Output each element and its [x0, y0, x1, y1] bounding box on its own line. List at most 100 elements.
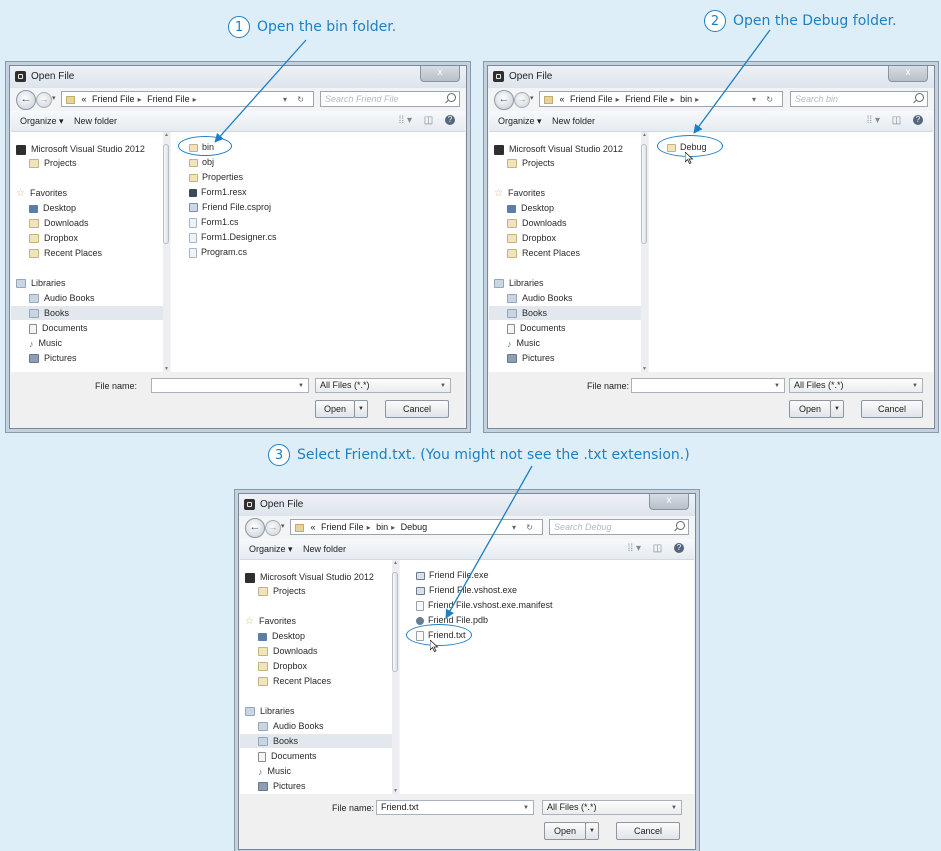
nav-item-documents[interactable]: Documents	[29, 323, 88, 334]
breadcrumb-overflow[interactable]: «	[560, 94, 565, 104]
nav-item-projects[interactable]: Projects	[507, 158, 555, 169]
nav-item-documents[interactable]: Documents	[507, 323, 566, 334]
scroll-up-icon[interactable]: ▲	[393, 560, 398, 566]
open-options-dropdown[interactable]: ▼	[354, 400, 368, 418]
file-name-input[interactable]: ▼	[151, 378, 309, 393]
file-name-input[interactable]: ▼	[631, 378, 785, 393]
nav-item-pictures[interactable]: Pictures	[258, 781, 306, 792]
organize-menu[interactable]: Organize ▾	[20, 116, 64, 127]
nav-item-libraries[interactable]: Libraries	[245, 706, 295, 717]
cancel-button[interactable]: Cancel	[385, 400, 449, 418]
address-bar[interactable]: « Friend File ▸ Friend File ▸ bin ▸ ▾ ↻	[539, 91, 783, 107]
file-item-program-cs[interactable]: Program.cs	[189, 247, 247, 258]
address-bar[interactable]: « Friend File ▸ Friend File ▸ ▾ ↻	[61, 91, 314, 107]
file-type-select[interactable]: All Files (*.*) ▼	[315, 378, 451, 393]
breadcrumb-chevron-icon[interactable]: ▸	[695, 95, 699, 104]
refresh-icon[interactable]: ▾ ↻	[512, 521, 537, 534]
recent-locations-dropdown-icon[interactable]: ▾	[281, 522, 285, 530]
help-icon[interactable]: ?	[674, 543, 684, 554]
chevron-down-icon[interactable]: ▼	[298, 380, 304, 393]
new-folder-button[interactable]: New folder	[74, 116, 117, 126]
search-icon[interactable]	[447, 93, 456, 102]
preview-pane-icon[interactable]: ◫	[892, 115, 901, 126]
preview-pane-icon[interactable]: ◫	[653, 543, 662, 554]
close-button[interactable]: x	[649, 494, 689, 510]
nav-item-visual-studio[interactable]: Microsoft Visual Studio 2012	[494, 144, 623, 155]
nav-item-pictures[interactable]: Pictures	[507, 353, 555, 364]
nav-item-documents[interactable]: Documents	[258, 751, 317, 762]
view-options-icon[interactable]: ⁞⁞ ▾	[628, 543, 641, 554]
breadcrumb-item[interactable]: Friend File	[321, 522, 364, 532]
breadcrumb-item[interactable]: Debug	[401, 522, 428, 532]
nav-item-favorites[interactable]: ☆ Favorites	[245, 616, 296, 627]
nav-item-books[interactable]: Books	[11, 306, 163, 321]
nav-item-visual-studio[interactable]: Microsoft Visual Studio 2012	[16, 144, 145, 155]
breadcrumb-item[interactable]: Friend File	[625, 94, 668, 104]
breadcrumb-item[interactable]: bin	[680, 94, 692, 104]
nav-item-desktop[interactable]: Desktop	[507, 203, 554, 213]
nav-item-pictures[interactable]: Pictures	[29, 353, 77, 364]
file-item-vshost-exe[interactable]: Friend File.vshost.exe	[416, 585, 517, 595]
open-button[interactable]: Open	[315, 400, 355, 418]
chevron-down-icon[interactable]: ▼	[523, 802, 529, 815]
nav-item-recent-places[interactable]: Recent Places	[258, 676, 331, 687]
file-item-obj[interactable]: obj	[189, 157, 214, 167]
breadcrumb-item[interactable]: Friend File	[92, 94, 135, 104]
file-item-form1-designer[interactable]: Form1.Designer.cs	[189, 232, 277, 243]
breadcrumb-chevron-icon[interactable]: ▸	[391, 523, 395, 532]
search-icon[interactable]	[915, 93, 924, 102]
chevron-down-icon[interactable]: ▼	[671, 802, 677, 815]
file-item-pdb[interactable]: Friend File.pdb	[416, 615, 488, 625]
close-button[interactable]: x	[888, 66, 928, 82]
nav-item-projects[interactable]: Projects	[258, 586, 306, 597]
help-icon[interactable]: ?	[913, 115, 923, 126]
scroll-thumb[interactable]	[392, 572, 398, 672]
cancel-button[interactable]: Cancel	[616, 822, 680, 840]
nav-item-desktop[interactable]: Desktop	[258, 631, 305, 641]
new-folder-button[interactable]: New folder	[303, 544, 346, 554]
file-item-csproj[interactable]: Friend File.csproj	[189, 202, 271, 213]
breadcrumb-chevron-icon[interactable]: ▸	[616, 95, 620, 104]
nav-item-music[interactable]: ♪ Music	[258, 766, 291, 777]
nav-scrollbar[interactable]: ▲ ▼	[641, 132, 648, 372]
file-type-select[interactable]: All Files (*.*) ▼	[542, 800, 682, 815]
nav-item-dropbox[interactable]: Dropbox	[29, 233, 78, 244]
cancel-button[interactable]: Cancel	[861, 400, 923, 418]
breadcrumb-chevron-icon[interactable]: ▸	[138, 95, 142, 104]
nav-item-dropbox[interactable]: Dropbox	[507, 233, 556, 244]
nav-item-visual-studio[interactable]: Microsoft Visual Studio 2012	[245, 572, 374, 583]
nav-item-favorites[interactable]: ☆ Favorites	[494, 188, 545, 199]
open-options-dropdown[interactable]: ▼	[585, 822, 599, 840]
breadcrumb-item[interactable]: Friend File	[570, 94, 613, 104]
breadcrumb-chevron-icon[interactable]: ▸	[671, 95, 675, 104]
refresh-icon[interactable]: ▾ ↻	[283, 93, 308, 106]
nav-item-downloads[interactable]: Downloads	[507, 218, 567, 229]
breadcrumb-overflow[interactable]: «	[82, 94, 87, 104]
nav-item-downloads[interactable]: Downloads	[29, 218, 89, 229]
address-bar[interactable]: « Friend File ▸ bin ▸ Debug ▾ ↻	[290, 519, 543, 535]
recent-locations-dropdown-icon[interactable]: ▾	[530, 94, 534, 102]
open-options-dropdown[interactable]: ▼	[830, 400, 844, 418]
organize-menu[interactable]: Organize ▾	[249, 544, 293, 555]
breadcrumb-item[interactable]: bin	[376, 522, 388, 532]
view-options-icon[interactable]: ⁞⁞ ▾	[867, 115, 880, 126]
search-input[interactable]: Search bin	[790, 91, 928, 107]
nav-item-favorites[interactable]: ☆ Favorites	[16, 188, 67, 199]
nav-item-libraries[interactable]: Libraries	[16, 278, 66, 289]
help-icon[interactable]: ?	[445, 115, 455, 126]
nav-item-audio-books[interactable]: Audio Books	[507, 293, 573, 304]
chevron-down-icon[interactable]: ▼	[440, 380, 446, 393]
nav-scrollbar[interactable]: ▲ ▼	[163, 132, 170, 372]
nav-item-projects[interactable]: Projects	[29, 158, 77, 169]
back-arrow-icon[interactable]: ←	[494, 90, 514, 110]
file-item-friend-file-exe[interactable]: Friend File.exe	[416, 570, 489, 580]
file-name-input[interactable]: Friend.txt ▼	[376, 800, 534, 815]
nav-item-recent-places[interactable]: Recent Places	[507, 248, 580, 259]
file-type-select[interactable]: All Files (*.*) ▼	[789, 378, 923, 393]
refresh-icon[interactable]: ▾ ↻	[752, 93, 777, 106]
search-input[interactable]: Search Debug	[549, 519, 689, 535]
nav-item-audio-books[interactable]: Audio Books	[258, 721, 324, 732]
search-input[interactable]: Search Friend File	[320, 91, 460, 107]
scroll-thumb[interactable]	[163, 144, 169, 244]
breadcrumb-chevron-icon[interactable]: ▸	[193, 95, 197, 104]
